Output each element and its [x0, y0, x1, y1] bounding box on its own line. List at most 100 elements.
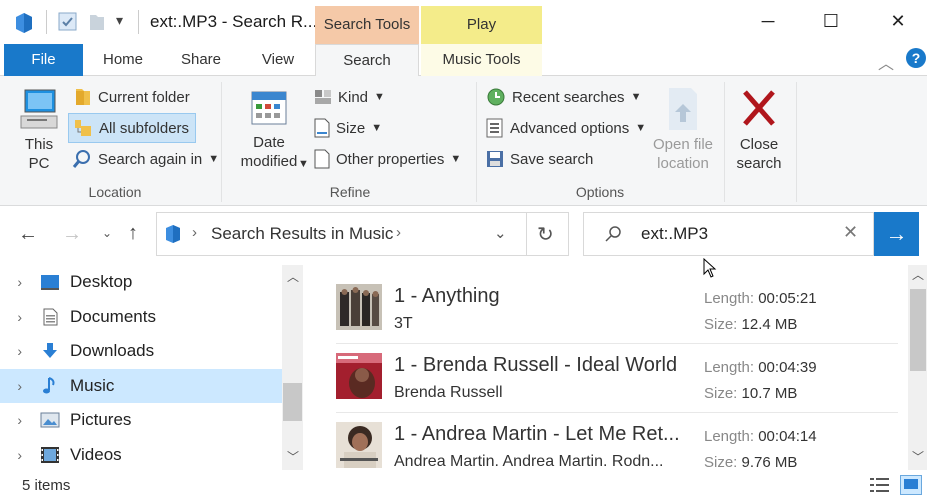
search-again-in-button[interactable]: Search again in ▼: [72, 146, 219, 172]
breadcrumb-chevron-icon[interactable]: ›: [396, 224, 401, 241]
close-search-button[interactable]: Close search: [730, 86, 788, 173]
properties-icon[interactable]: [58, 12, 78, 32]
date-modified-button[interactable]: Date modified: [230, 86, 308, 171]
tab-file[interactable]: File: [4, 44, 83, 76]
this-pc-button[interactable]: This PC: [14, 86, 64, 173]
expand-icon[interactable]: ›: [0, 309, 30, 325]
document-properties-icon: [314, 149, 330, 169]
nav-item-desktop[interactable]: › Desktop: [0, 265, 282, 299]
title-divider: [138, 10, 139, 34]
group-separator: [724, 82, 725, 202]
tab-search[interactable]: Search: [315, 44, 419, 77]
size-label: Size:: [704, 454, 738, 471]
close-icon[interactable]: ✕: [875, 6, 921, 36]
details-view-icon[interactable]: [869, 476, 891, 494]
back-icon[interactable]: ←: [18, 223, 38, 246]
recent-searches-label: Recent searches: [512, 88, 625, 106]
new-folder-icon[interactable]: [88, 12, 106, 32]
refresh-icon[interactable]: ↻: [537, 222, 554, 247]
group-label-options: Options: [575, 184, 625, 200]
all-subfolders-button[interactable]: All subfolders: [68, 113, 197, 143]
scroll-up-icon[interactable]: ︿: [287, 268, 299, 285]
save-search-button[interactable]: Save search: [486, 146, 593, 172]
album-art-icon: [336, 284, 382, 330]
open-file-location-label: Open file location: [652, 136, 714, 172]
current-folder-label: Current folder: [98, 88, 190, 106]
search-again-icon: [72, 150, 90, 168]
other-properties-button[interactable]: Other properties ▼: [314, 146, 461, 172]
search-results-icon: [166, 225, 180, 243]
maximize-icon[interactable]: ☐: [808, 6, 854, 36]
up-icon[interactable]: ↑: [128, 222, 138, 245]
pictures-icon: [40, 412, 60, 428]
size-value: 10.7 MB: [741, 385, 798, 402]
documents-icon: [43, 308, 58, 326]
row-separator: [336, 412, 898, 413]
save-icon: [487, 151, 503, 167]
expand-icon[interactable]: ›: [0, 343, 30, 359]
window-title: ext:.MP3 - Search R...: [150, 12, 318, 31]
other-properties-label: Other properties: [336, 150, 445, 168]
expand-icon[interactable]: ›: [0, 447, 30, 463]
address-dropdown-icon[interactable]: ⌄: [494, 224, 507, 242]
length-value: 00:04:14: [758, 428, 817, 445]
nav-item-label: Pictures: [70, 410, 132, 429]
tab-home[interactable]: Home: [90, 44, 156, 76]
expand-icon[interactable]: ›: [0, 412, 30, 428]
nav-scroll-thumb[interactable]: [283, 383, 302, 421]
nav-item-documents[interactable]: › Documents: [0, 300, 282, 334]
tab-share[interactable]: Share: [170, 44, 232, 76]
advanced-options-icon: [486, 118, 503, 138]
open-file-location-button[interactable]: Open file location: [650, 86, 716, 173]
expand-icon[interactable]: ›: [0, 378, 30, 394]
scroll-down-icon[interactable]: ﹀: [287, 448, 299, 465]
size-button[interactable]: Size ▼: [314, 115, 382, 141]
help-icon[interactable]: ?: [906, 48, 926, 68]
search-query[interactable]: ext:.MP3: [641, 224, 708, 244]
group-separator: [221, 82, 222, 202]
recent-locations-icon[interactable]: ⌄: [102, 226, 112, 240]
nav-item-videos[interactable]: › Videos: [0, 438, 282, 472]
folder-icon: [76, 89, 90, 105]
results-scroll-thumb[interactable]: [910, 289, 926, 371]
result-title: 1 - Andrea Martin - Let Me Ret...: [394, 423, 680, 445]
search-go-icon[interactable]: →: [874, 212, 919, 256]
dropdown-arrow-icon: ▼: [371, 122, 383, 134]
scroll-up-icon[interactable]: ︿: [912, 266, 924, 283]
save-search-label: Save search: [510, 150, 594, 168]
nav-scrollbar[interactable]: [282, 265, 303, 470]
search-input[interactable]: [583, 212, 874, 256]
row-separator: [336, 343, 898, 344]
list-item[interactable]: 1 - Brenda Russell - Ideal World Brenda …: [336, 345, 898, 411]
nav-item-downloads[interactable]: › Downloads: [0, 334, 282, 368]
expand-icon[interactable]: ›: [0, 274, 30, 290]
videos-icon: [41, 447, 59, 463]
scroll-down-icon[interactable]: ﹀: [912, 448, 924, 465]
forward-icon[interactable]: →: [62, 223, 82, 246]
tab-music-tools[interactable]: Music Tools: [421, 44, 542, 76]
nav-item-label: Music: [70, 376, 115, 395]
album-art-icon: [336, 422, 382, 468]
list-item[interactable]: 1 - Anything 3T Length: 00:05:21 Size: 1…: [336, 276, 898, 342]
document-size-icon: [314, 118, 330, 138]
search-icon: [605, 226, 621, 242]
collapse-ribbon-icon[interactable]: ︿: [878, 50, 894, 74]
album-art-icon: [336, 353, 382, 399]
items-count: 5 items: [22, 477, 71, 494]
nav-item-music[interactable]: › Music: [0, 369, 282, 403]
dropdown-arrow-icon: ▼: [635, 122, 647, 134]
kind-button[interactable]: Kind ▼: [314, 84, 385, 110]
current-folder-button[interactable]: Current folder: [74, 84, 190, 110]
qat-dropdown-icon[interactable]: ▾: [116, 12, 123, 29]
breadcrumb[interactable]: Search Results in Music: [211, 224, 393, 244]
minimize-icon[interactable]: ─: [745, 6, 791, 36]
large-icons-view-icon[interactable]: [900, 475, 922, 495]
nav-item-label: Downloads: [70, 341, 155, 360]
result-title: 1 - Anything: [394, 285, 500, 307]
nav-item-pictures[interactable]: › Pictures: [0, 403, 282, 437]
recent-searches-button[interactable]: Recent searches ▼: [486, 84, 641, 110]
clear-search-icon[interactable]: ✕: [843, 222, 858, 243]
tab-view[interactable]: View: [250, 44, 306, 76]
advanced-options-button[interactable]: Advanced options ▼: [486, 115, 646, 141]
result-size: Size: 9.76 MB: [704, 454, 797, 471]
